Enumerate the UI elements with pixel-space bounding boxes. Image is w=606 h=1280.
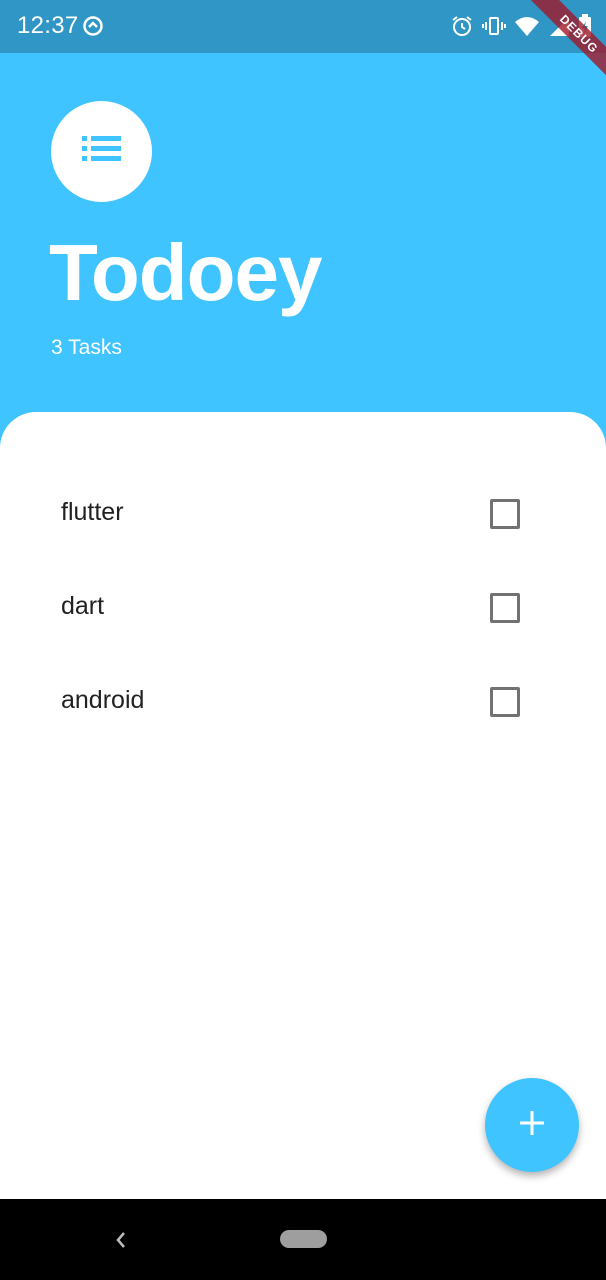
- status-time: 12:37: [17, 12, 79, 39]
- sync-icon: [82, 15, 104, 37]
- list-icon: [81, 135, 122, 168]
- home-pill-icon[interactable]: [280, 1230, 327, 1248]
- header-avatar: [51, 101, 152, 202]
- task-item: flutter: [0, 466, 606, 560]
- task-item: android: [0, 654, 606, 748]
- task-checkbox[interactable]: [490, 499, 520, 529]
- task-label: flutter: [61, 498, 124, 526]
- task-count: 3 Tasks: [51, 336, 122, 359]
- alarm-icon: [450, 14, 474, 38]
- task-checkbox[interactable]: [490, 593, 520, 623]
- add-icon: [518, 1109, 546, 1142]
- task-item: dart: [0, 560, 606, 654]
- task-checkbox[interactable]: [490, 687, 520, 717]
- back-chevron-icon[interactable]: [110, 1227, 132, 1253]
- app-screen: 12:37 DEBUG Todoey 3 Tasks flutter dart …: [0, 0, 606, 1280]
- vibrate-icon: [482, 14, 506, 38]
- header: Todoey 3 Tasks: [0, 53, 606, 413]
- system-nav-bar: [0, 1199, 606, 1280]
- task-label: dart: [61, 592, 105, 620]
- status-bar: 12:37: [0, 0, 606, 53]
- task-label: android: [61, 686, 145, 714]
- page-title: Todoey: [49, 228, 323, 317]
- wifi-icon: [514, 15, 540, 37]
- add-task-button[interactable]: [485, 1078, 579, 1172]
- task-list: flutter dart android: [0, 466, 606, 748]
